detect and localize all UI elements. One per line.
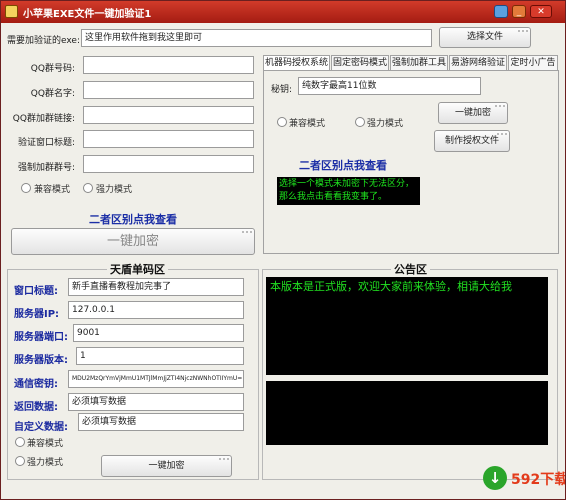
notice-text-box: 本版本是正式版，欢迎大家前来体验，相请大给我 — [266, 277, 548, 375]
tab-bar: 机器码授权系统 固定密码模式 强制加群工具 易游网络验证 定时小广告 — [263, 55, 559, 72]
left-diff-link[interactable]: 二者区别点我查看 — [89, 211, 177, 227]
key-label: 秘钥: — [271, 85, 293, 95]
qq-group-name-input[interactable] — [83, 81, 254, 99]
tab-timed-ad[interactable]: 定时小广告 — [508, 55, 558, 71]
td-window-title-input[interactable]: 新手直播看教程加完事了 — [68, 278, 244, 296]
td-server-ip-input[interactable]: 127.0.0.1 — [68, 301, 244, 319]
td-server-version-input[interactable]: 1 — [76, 347, 244, 365]
qq-group-link-label: QQ群加群链接: — [12, 114, 75, 124]
td-strong-label: 强力模式 — [27, 458, 64, 468]
notice-secondary-box — [266, 381, 548, 445]
left-strong-radio[interactable] — [83, 183, 93, 193]
select-file-button[interactable]: 选择文件 — [439, 27, 531, 48]
skin-gem-icon[interactable] — [494, 5, 508, 18]
mode-hint-box: 选择一个模式未加密下无法区分，那么我点击看看我变事了。 — [277, 177, 420, 205]
watermark-logo-icon: ↓ — [483, 466, 507, 490]
panel-compat-radio[interactable] — [277, 117, 287, 127]
force-join-group-label: 强制加群群号: — [17, 163, 75, 173]
left-compat-radio[interactable] — [21, 183, 31, 193]
td-strong-radio[interactable] — [15, 456, 25, 466]
td-encrypt-button[interactable]: 一键加密 — [101, 455, 232, 477]
main-window: 小苹果EXE文件一键加验证1 _ ✕ 需要加验证的exe: 这里作用软件拖到我这… — [0, 0, 566, 500]
td-return-data-input[interactable]: 必须填写数据 — [68, 393, 244, 411]
left-strong-label: 强力模式 — [96, 185, 133, 195]
tab-yiyou-verify[interactable]: 易游网络验证 — [449, 55, 507, 71]
panel-encrypt-button[interactable]: 一键加密 — [438, 102, 508, 124]
qq-group-name-label: QQ群名字: — [30, 89, 75, 99]
td-custom-data-label: 自定义数据: — [14, 422, 68, 433]
td-comm-key-label: 通信密钥: — [14, 379, 58, 390]
td-server-version-label: 服务器版本: — [14, 355, 68, 366]
td-compat-radio[interactable] — [15, 437, 25, 447]
file-label: 需要加验证的exe: — [7, 36, 80, 46]
td-window-title-label: 窗口标题: — [14, 286, 58, 297]
title-bar[interactable]: 小苹果EXE文件一键加验证1 _ ✕ — [1, 1, 565, 23]
tiandun-title: 天盾单码区 — [107, 261, 168, 277]
force-join-group-input[interactable] — [83, 155, 254, 173]
verify-window-title-input[interactable] — [83, 130, 254, 148]
td-custom-data-input[interactable]: 必须填写数据 — [78, 413, 244, 431]
left-one-click-encrypt-button[interactable]: 一键加密 — [11, 228, 255, 255]
tab-force-join[interactable]: 强制加群工具 — [390, 55, 448, 71]
watermark-text: 592下载 — [511, 472, 566, 488]
make-license-button[interactable]: 制作授权文件 — [434, 130, 510, 152]
panel-strong-radio[interactable] — [355, 117, 365, 127]
panel-diff-link[interactable]: 二者区别点我查看 — [299, 157, 387, 173]
minimize-button[interactable]: _ — [512, 5, 526, 18]
td-return-data-label: 返回数据: — [14, 402, 58, 413]
qq-group-number-label: QQ群号码: — [30, 64, 75, 74]
window-title: 小苹果EXE文件一键加验证1 — [23, 9, 152, 20]
tab-fixed-password[interactable]: 固定密码模式 — [331, 55, 389, 71]
verify-window-title-label: 验证窗口标题: — [17, 138, 75, 148]
td-server-port-label: 服务器端口: — [14, 332, 68, 343]
td-server-port-input[interactable]: 9001 — [73, 324, 244, 342]
left-compat-label: 兼容模式 — [34, 185, 71, 195]
close-button[interactable]: ✕ — [530, 5, 552, 18]
key-input[interactable]: 纯数字最高11位数 — [298, 77, 481, 95]
notice-title: 公告区 — [391, 261, 430, 277]
panel-strong-label: 强力模式 — [367, 119, 404, 129]
app-icon — [5, 5, 18, 18]
td-server-ip-label: 服务器IP: — [14, 309, 60, 320]
td-compat-label: 兼容模式 — [27, 439, 64, 449]
site-watermark: ↓ 592下载 — [483, 463, 566, 493]
qq-group-number-input[interactable] — [83, 56, 254, 74]
panel-compat-label: 兼容模式 — [289, 119, 326, 129]
file-path-input[interactable]: 这里作用软件拖到我这里即可 — [81, 29, 432, 47]
td-comm-key-input[interactable]: MDU2MzQrYmVjMmU1MTJlMmJjZTI4NjczNWNhOTII… — [68, 370, 244, 388]
qq-group-link-input[interactable] — [83, 106, 254, 124]
